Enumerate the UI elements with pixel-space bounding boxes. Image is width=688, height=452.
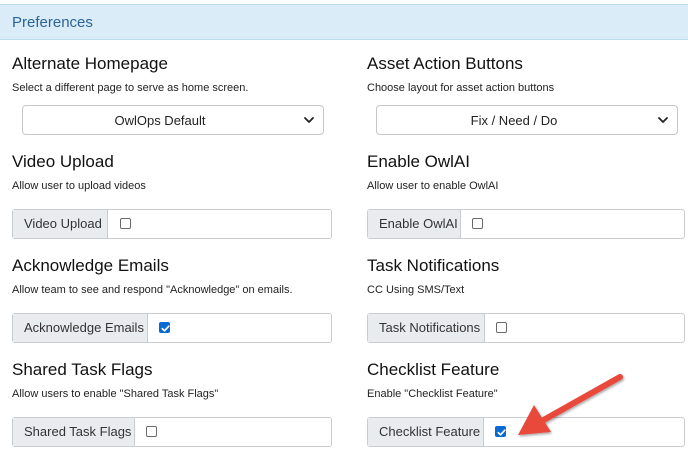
task-notifications-label: Task Notifications	[368, 314, 485, 342]
task-notifications-title: Task Notifications	[367, 256, 500, 275]
asset-action-buttons-title: Asset Action Buttons	[367, 54, 523, 73]
video-upload-description: Allow user to upload videos	[12, 180, 146, 192]
checklist-feature-checkbox[interactable]	[495, 426, 506, 437]
acknowledge-emails-input-group: Acknowledge Emails	[12, 313, 332, 343]
alternate-homepage-select[interactable]: OwlOps Default	[22, 105, 324, 135]
task-notifications-description: CC Using SMS/Text	[367, 284, 465, 296]
preferences-panel-header: Preferences	[0, 4, 688, 40]
panel-title: Preferences	[12, 14, 93, 31]
checklist-feature-description: Enable "Checklist Feature"	[367, 388, 498, 400]
shared-task-flags-title: Shared Task Flags	[12, 360, 153, 379]
alternate-homepage-title: Alternate Homepage	[12, 54, 168, 73]
shared-task-flags-description: Allow users to enable "Shared Task Flags…	[12, 388, 219, 400]
enable-owlai-input-group: Enable OwlAI	[367, 209, 685, 239]
video-upload-input-group: Video Upload	[12, 209, 332, 239]
chevron-down-icon	[658, 117, 668, 123]
shared-task-flags-input-group: Shared Task Flags	[12, 417, 332, 447]
enable-owlai-label: Enable OwlAI	[368, 210, 461, 238]
enable-owlai-checkbox[interactable]	[472, 218, 483, 229]
acknowledge-emails-label: Acknowledge Emails	[13, 314, 148, 342]
task-notifications-checkbox[interactable]	[496, 322, 507, 333]
chevron-down-icon	[304, 117, 314, 123]
video-upload-label: Video Upload	[13, 210, 108, 238]
shared-task-flags-label: Shared Task Flags	[13, 418, 135, 446]
asset-action-buttons-description: Choose layout for asset action buttons	[367, 82, 555, 94]
acknowledge-emails-checkbox[interactable]	[159, 322, 170, 333]
acknowledge-emails-description: Allow team to see and respond "Acknowled…	[12, 284, 293, 296]
video-upload-title: Video Upload	[12, 152, 114, 171]
asset-action-buttons-select[interactable]: Fix / Need / Do	[376, 105, 678, 135]
alternate-homepage-selected-value: OwlOps Default	[114, 113, 206, 128]
asset-action-buttons-selected-value: Fix / Need / Do	[470, 113, 558, 128]
acknowledge-emails-title: Acknowledge Emails	[12, 256, 169, 275]
checklist-feature-input-group: Checklist Feature	[367, 417, 685, 447]
alternate-homepage-description: Select a different page to serve as home…	[12, 82, 249, 94]
checkmark-icon	[161, 325, 170, 332]
checklist-feature-title: Checklist Feature	[367, 360, 500, 379]
shared-task-flags-checkbox[interactable]	[146, 426, 157, 437]
checkmark-icon	[497, 429, 506, 436]
task-notifications-input-group: Task Notifications	[367, 313, 685, 343]
checklist-feature-label: Checklist Feature	[368, 418, 484, 446]
enable-owlai-description: Allow user to enable OwlAI	[367, 180, 499, 192]
enable-owlai-title: Enable OwlAI	[367, 152, 470, 171]
video-upload-checkbox[interactable]	[120, 218, 131, 229]
